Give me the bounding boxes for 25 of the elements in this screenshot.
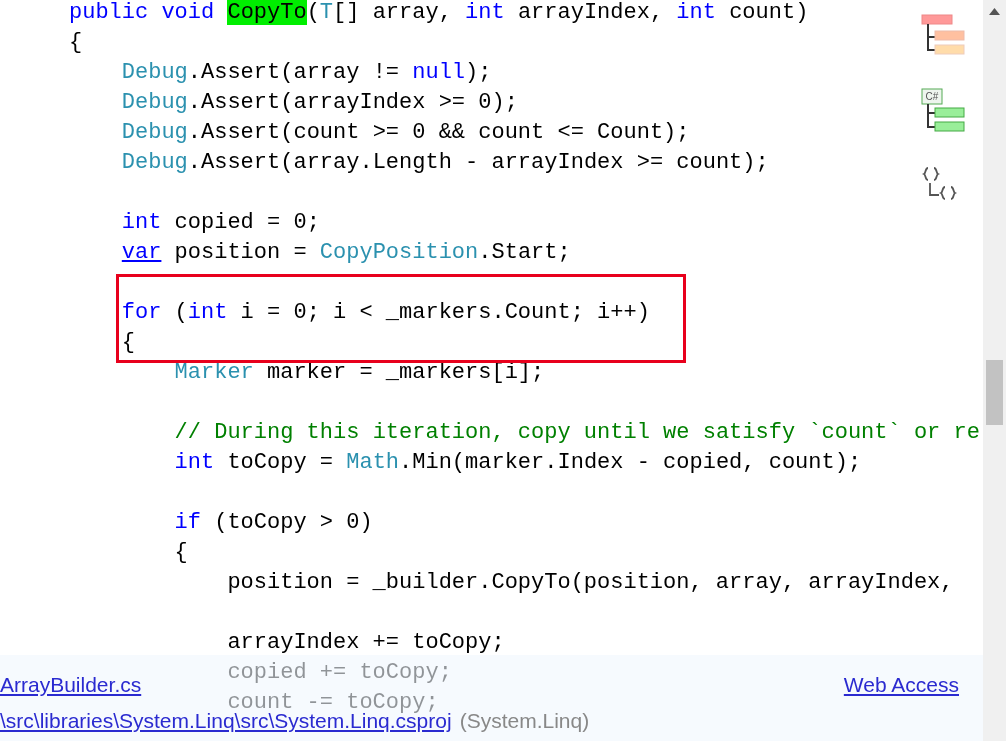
code-line: int copied = 0;: [121, 210, 320, 235]
code-line: Debug.Assert(arrayIndex >= 0);: [121, 90, 518, 115]
code-line: int toCopy = Math.Min(marker.Index - copied, count);: [174, 450, 862, 475]
code-line: Debug.Assert(array != null);: [121, 60, 492, 85]
web-access-link[interactable]: Web Access: [843, 669, 959, 701]
code-line: Debug.Assert(array.Length - arrayIndex >= count);: [121, 150, 769, 175]
code-line: copied += toCopy;: [227, 660, 452, 685]
scrollbar[interactable]: [983, 0, 1006, 741]
code-line: // During this iteration, copy until we satisfy `count` or re: [174, 420, 980, 445]
project-name: (System.Linq): [459, 708, 590, 735]
code-line: var position = CopyPosition.Start;: [121, 240, 571, 265]
code-line: for (int i = 0; i < _markers.Count; i++): [121, 300, 650, 325]
code-line: Debug.Assert(count >= 0 && count <= Count);: [121, 120, 690, 145]
code-line: Marker marker = _markers[i];: [174, 360, 545, 385]
code-line: position = _builder.CopyTo(position, array, arrayIndex,: [227, 570, 954, 595]
class-tree-icon[interactable]: [921, 14, 965, 56]
code-line: public void CopyTo(T[] array, int arrayIndex, int count): [69, 0, 809, 25]
code-line: arrayIndex += toCopy;: [227, 630, 505, 655]
code-line: {: [121, 330, 135, 355]
code-line: {: [174, 540, 188, 565]
code-line: {: [69, 30, 83, 55]
code-line: if (toCopy > 0): [174, 510, 373, 535]
scroll-up-icon[interactable]: [989, 8, 1000, 15]
scrollbar-thumb[interactable]: [986, 360, 1003, 425]
file-link[interactable]: ArrayBuilder.cs: [0, 669, 142, 701]
